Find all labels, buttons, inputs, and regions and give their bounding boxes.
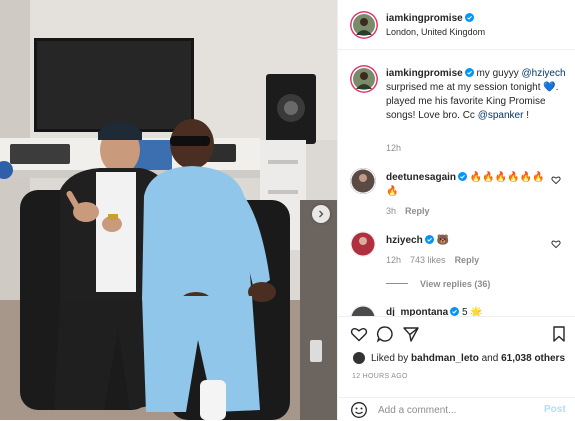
author-username[interactable]: iamkingpromise bbox=[386, 13, 463, 24]
comment-username[interactable]: deetunesagain bbox=[386, 172, 456, 183]
comments-section[interactable]: iamkingpromise my guyyy @hziyech surpris… bbox=[338, 51, 575, 316]
comment-item: deetunesagain 🔥🔥🔥🔥🔥🔥🔥 bbox=[386, 171, 546, 199]
caption-text-3: ! bbox=[523, 110, 530, 121]
comment-username[interactable]: hziyech bbox=[386, 235, 423, 246]
share-paper-plane-icon[interactable] bbox=[402, 325, 420, 343]
post-location[interactable]: London, United Kingdom bbox=[386, 27, 485, 37]
post-photo[interactable] bbox=[0, 0, 337, 420]
comment-time[interactable]: 12h bbox=[386, 255, 401, 265]
likes-count[interactable]: 61,038 others bbox=[501, 353, 565, 364]
verified-badge-icon bbox=[464, 13, 474, 22]
comment-meta: 3h Reply bbox=[386, 206, 439, 216]
post-actions: Liked by bahdman_leto and 61,038 others … bbox=[338, 316, 575, 420]
view-replies-button[interactable]: View replies (36) bbox=[386, 279, 490, 289]
instagram-post-frame: iamkingpromise London, United Kingdom ia… bbox=[0, 0, 575, 420]
comment-time[interactable]: 3h bbox=[386, 206, 396, 216]
comment-avatar[interactable] bbox=[350, 305, 376, 316]
liker-username[interactable]: bahdman_leto bbox=[411, 353, 479, 364]
verified-badge-icon bbox=[464, 68, 474, 77]
view-replies-label: View replies (36) bbox=[420, 279, 491, 289]
verified-badge-icon bbox=[424, 235, 434, 244]
post-comment-button[interactable]: Post bbox=[544, 404, 566, 415]
caption-avatar[interactable] bbox=[350, 65, 378, 93]
mention-hziyech[interactable]: @hziyech bbox=[522, 68, 566, 79]
replies-divider bbox=[386, 283, 408, 284]
liker-avatar[interactable] bbox=[352, 351, 366, 365]
verified-badge-icon bbox=[458, 172, 468, 181]
emoji-smiley-icon[interactable] bbox=[350, 401, 368, 419]
caption-text-2: surprised me at my session tonight 💙. pl… bbox=[386, 82, 559, 121]
caption-text-1: my guyyy bbox=[473, 68, 519, 79]
post-caption: iamkingpromise my guyyy @hziyech surpris… bbox=[386, 67, 566, 123]
post-header: iamkingpromise London, United Kingdom bbox=[338, 0, 575, 50]
save-bookmark-icon[interactable] bbox=[550, 325, 568, 343]
author-info: iamkingpromise London, United Kingdom bbox=[386, 13, 485, 37]
reply-button[interactable]: Reply bbox=[455, 255, 480, 265]
reply-button[interactable]: Reply bbox=[405, 206, 430, 216]
comment-avatar[interactable] bbox=[350, 168, 376, 194]
studio-photo bbox=[0, 0, 337, 420]
likes-middle: and bbox=[481, 352, 499, 364]
like-comment-heart-icon[interactable] bbox=[551, 175, 561, 185]
like-heart-icon[interactable] bbox=[350, 325, 368, 343]
comment-avatar[interactable] bbox=[350, 231, 376, 257]
post-timestamp[interactable]: 12 HOURS AGO bbox=[352, 373, 408, 380]
next-photo-button[interactable] bbox=[312, 205, 330, 223]
post-side-panel: iamkingpromise London, United Kingdom ia… bbox=[337, 0, 575, 420]
caption-username[interactable]: iamkingpromise bbox=[386, 68, 463, 79]
comment-text: 🐻 bbox=[436, 235, 449, 246]
comment-likes[interactable]: 743 likes bbox=[410, 255, 446, 265]
comment-item: dj_mpontana 5 🌟 bbox=[386, 306, 546, 316]
comment-text: 5 🌟 bbox=[462, 307, 483, 316]
verified-badge-icon bbox=[450, 307, 460, 316]
comment-bubble-icon[interactable] bbox=[376, 325, 394, 343]
chevron-right-icon bbox=[319, 210, 324, 218]
add-comment-bar: Post bbox=[338, 397, 575, 421]
comment-username[interactable]: dj_mpontana bbox=[386, 307, 448, 316]
comment-input[interactable] bbox=[378, 402, 528, 418]
mention-spanker[interactable]: @spanker bbox=[478, 110, 524, 121]
caption-meta: 12h bbox=[386, 143, 410, 153]
author-avatar[interactable] bbox=[350, 11, 378, 39]
likes-prefix: Liked by bbox=[371, 352, 409, 364]
likes-summary: Liked by bahdman_leto and 61,038 others bbox=[352, 351, 565, 365]
caption-time[interactable]: 12h bbox=[386, 143, 401, 153]
comment-meta: 12h 743 likes Reply bbox=[386, 255, 488, 265]
comment-item: hziyech 🐻 bbox=[386, 234, 546, 248]
like-comment-heart-icon[interactable] bbox=[551, 239, 561, 249]
